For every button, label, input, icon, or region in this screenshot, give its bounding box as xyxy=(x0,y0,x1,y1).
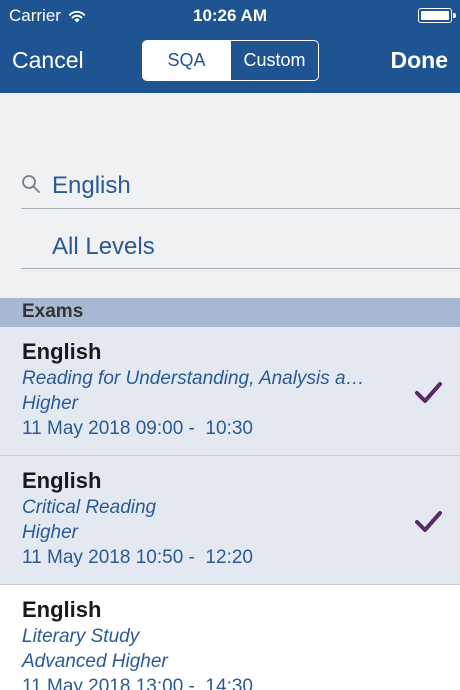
exam-subject: English xyxy=(22,339,102,364)
exam-time: 11 May 2018 13:00 - 14:30 xyxy=(22,676,253,690)
exam-paper: Reading for Understanding, Analysis a… xyxy=(22,368,365,389)
exam-subject: English xyxy=(22,597,102,622)
search-query: English xyxy=(52,172,131,199)
level-filter[interactable]: All Levels xyxy=(21,209,460,269)
exam-paper: Critical Reading xyxy=(22,497,157,518)
exam-time: 11 May 2018 09:00 - 10:30 xyxy=(22,418,253,439)
clock: 10:26 AM xyxy=(192,6,267,25)
exam-row[interactable]: English Critical Reading Higher 11 May 2… xyxy=(0,456,460,585)
search-field[interactable]: English xyxy=(21,156,460,209)
section-title: Exams xyxy=(22,301,84,322)
exam-row[interactable]: English Literary Study Advanced Higher 1… xyxy=(0,585,460,690)
exam-level: Advanced Higher xyxy=(22,651,168,672)
section-header: Exams xyxy=(0,298,460,327)
checkmark-icon xyxy=(415,511,442,532)
segment-sqa[interactable]: SQA xyxy=(143,41,230,80)
done-button[interactable]: Done xyxy=(391,47,449,74)
checkmark-icon xyxy=(415,382,442,403)
exam-level: Higher xyxy=(22,393,78,414)
exam-row[interactable]: English Reading for Understanding, Analy… xyxy=(0,327,460,456)
cancel-button[interactable]: Cancel xyxy=(12,47,84,74)
level-filter-label: All Levels xyxy=(52,233,155,260)
status-bar: Carrier 10:26 AM xyxy=(0,0,460,30)
exam-subject: English xyxy=(22,468,102,493)
search-icon xyxy=(22,175,40,193)
source-segmented-control: SQA Custom xyxy=(142,40,319,81)
exam-paper: Literary Study xyxy=(22,626,140,647)
segment-custom[interactable]: Custom xyxy=(230,41,318,80)
search-area: English All Levels xyxy=(0,93,460,298)
exam-level: Higher xyxy=(22,522,78,543)
exam-time: 11 May 2018 10:50 - 12:20 xyxy=(22,547,253,568)
header: Carrier 10:26 AM Cancel SQA Custom Done xyxy=(0,0,460,93)
battery-icon xyxy=(418,8,456,23)
